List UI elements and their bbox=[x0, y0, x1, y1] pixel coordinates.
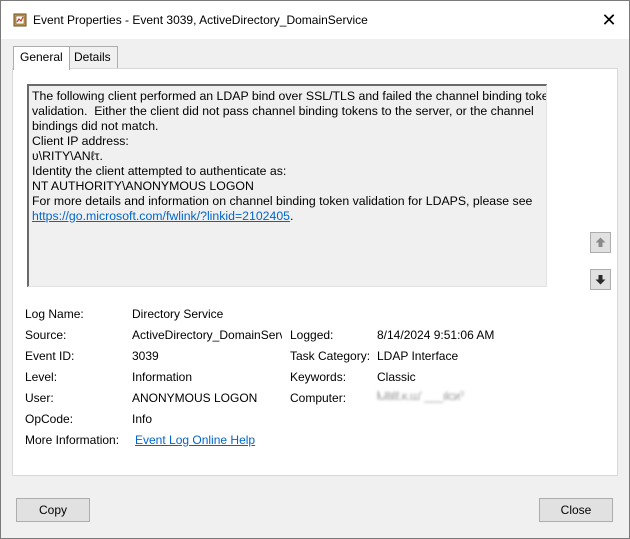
computer-label: Computer: bbox=[290, 391, 347, 405]
computer-value: ᗃlℓιℓℓ.κ.ɯ' ___ılcϰˀ bbox=[377, 389, 464, 403]
tab-general[interactable]: General bbox=[13, 46, 70, 70]
channel-binding-link[interactable]: https://go.microsoft.com/fwlink/?linkid=… bbox=[32, 209, 290, 223]
keywords-value: Classic bbox=[377, 370, 416, 384]
log-name-value: Directory Service bbox=[132, 307, 224, 321]
description-line: validation. Either the client did not pa… bbox=[32, 104, 534, 118]
event-log-online-help-link[interactable]: Event Log Online Help bbox=[135, 433, 255, 447]
previous-event-button[interactable] bbox=[590, 232, 611, 253]
description-line: https://go.microsoft.com/fwlink/?linkid=… bbox=[32, 209, 542, 224]
description-line: NT AUTHORITY\ANONYMOUS LOGON bbox=[32, 179, 254, 193]
event-viewer-icon bbox=[13, 13, 27, 27]
description-line: Client IP address: bbox=[32, 134, 129, 148]
more-information-label: More Information: bbox=[25, 433, 120, 447]
logged-label: Logged: bbox=[290, 328, 334, 342]
description-line: The following client performed an LDAP b… bbox=[32, 89, 547, 103]
level-label: Level: bbox=[25, 370, 58, 384]
link-suffix: . bbox=[290, 209, 294, 223]
keywords-label: Keywords: bbox=[290, 370, 347, 384]
window-title: Event Properties - Event 3039, ActiveDir… bbox=[33, 13, 368, 27]
opcode-value: Info bbox=[132, 412, 153, 426]
client-ip-value: ʋ\RITY\ANℓτ. bbox=[32, 149, 103, 163]
title-bar[interactable]: Event Properties - Event 3039, ActiveDir… bbox=[1, 1, 629, 39]
event-id-value: 3039 bbox=[132, 349, 159, 363]
user-value: ANONYMOUS LOGON bbox=[132, 391, 258, 405]
description-line: bindings did not match. bbox=[32, 119, 159, 133]
tab-details[interactable]: Details bbox=[67, 46, 118, 69]
copy-button[interactable]: Copy bbox=[16, 498, 90, 522]
next-event-button[interactable] bbox=[590, 269, 611, 290]
source-label: Source: bbox=[25, 328, 67, 342]
event-description[interactable]: The following client performed an LDAP b… bbox=[27, 84, 547, 287]
description-line: For more details and information on chan… bbox=[32, 194, 533, 208]
close-button[interactable]: Close bbox=[539, 498, 613, 522]
logged-value: 8/14/2024 9:51:06 AM bbox=[377, 328, 495, 342]
event-id-label: Event ID: bbox=[25, 349, 75, 363]
general-tab-panel: The following client performed an LDAP b… bbox=[12, 68, 618, 476]
log-name-label: Log Name: bbox=[25, 307, 84, 321]
task-category-label: Task Category: bbox=[290, 349, 371, 363]
opcode-label: OpCode: bbox=[25, 412, 74, 426]
event-properties-window: Event Properties - Event 3039, ActiveDir… bbox=[0, 0, 630, 539]
user-label: User: bbox=[25, 391, 54, 405]
task-category-value: LDAP Interface bbox=[377, 349, 459, 363]
description-line: Identity the client attempted to authent… bbox=[32, 164, 287, 178]
window-close-button[interactable]: ✕ bbox=[597, 9, 621, 31]
source-value: ActiveDirectory_DomainServ bbox=[132, 328, 282, 342]
level-value: Information bbox=[132, 370, 193, 384]
